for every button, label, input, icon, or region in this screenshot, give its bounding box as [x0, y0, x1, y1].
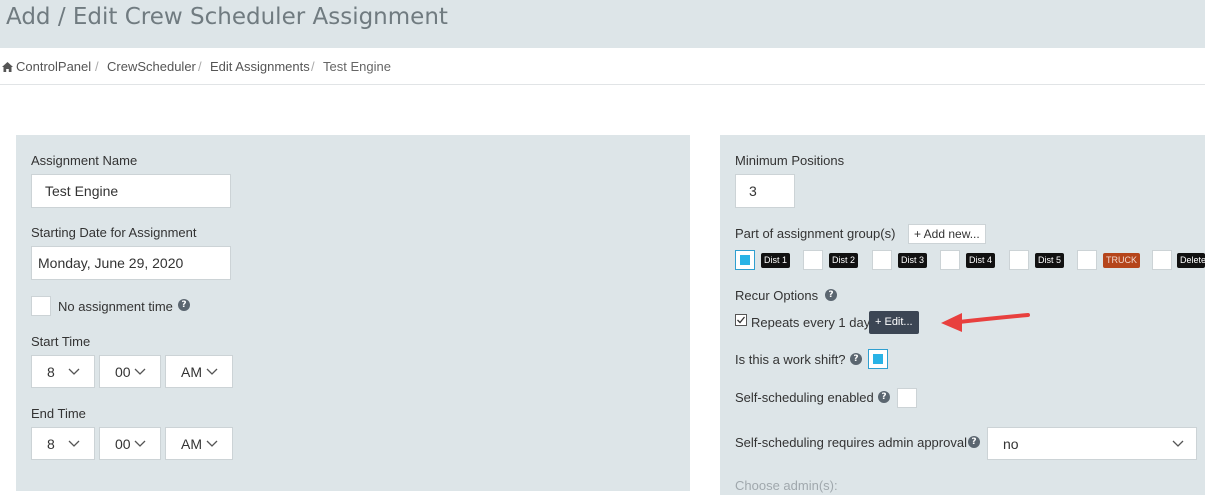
group-tag-dist-5: Dist 5 [1035, 253, 1065, 268]
breadcrumb-separator: / [95, 59, 99, 74]
select-value: 00 [115, 435, 131, 452]
min-positions-label: Minimum Positions [735, 153, 845, 168]
group-tag-delete: Delete [1177, 253, 1205, 268]
chevron-down-icon [68, 440, 80, 447]
start-time-label: Start Time [31, 334, 91, 349]
end-ampm-select[interactable]: AM [165, 427, 233, 460]
self-sched-approval-select[interactable]: no [987, 427, 1197, 460]
help-icon[interactable]: ? [878, 391, 890, 403]
group-checkbox-dist-5[interactable] [1009, 250, 1029, 270]
start-ampm-select[interactable]: AM [165, 355, 233, 388]
breadcrumb-separator: / [198, 59, 202, 74]
select-value: AM [181, 435, 202, 452]
chevron-down-icon [1172, 440, 1184, 447]
end-time-label: End Time [31, 406, 86, 421]
group-tag-dist-1: Dist 1 [761, 253, 791, 268]
recur-options-label: Recur Options [735, 288, 819, 303]
repeats-checkbox[interactable] [735, 314, 747, 326]
start-hour-select[interactable]: 8 [31, 355, 95, 388]
chevron-down-icon [68, 368, 80, 375]
group-tag-dist-4: Dist 4 [966, 253, 996, 268]
breadcrumb: ControlPanel / CrewScheduler / Edit Assi… [0, 48, 1205, 85]
no-assignment-time-checkbox[interactable] [31, 296, 51, 316]
breadcrumb-item-edit-assignments[interactable]: Edit Assignments [210, 59, 310, 74]
self-sched-checkbox[interactable] [897, 388, 917, 408]
checkmark-icon [737, 316, 746, 324]
group-checkbox-dist-4[interactable] [940, 250, 960, 270]
groups-label: Part of assignment group(s) [735, 226, 896, 241]
work-shift-checkbox[interactable] [868, 349, 888, 369]
group-tag-dist-2: Dist 2 [829, 253, 859, 268]
end-hour-select[interactable]: 8 [31, 427, 95, 460]
start-minute-select[interactable]: 00 [99, 355, 161, 388]
edit-recurrence-button[interactable]: + Edit... [869, 311, 919, 334]
no-assignment-time-label: No assignment time [58, 299, 173, 314]
choose-admin-label: Choose admin(s): [735, 478, 838, 493]
breadcrumb-item-crewscheduler[interactable]: CrewScheduler [107, 59, 196, 74]
group-checkbox-dist-2[interactable] [803, 250, 823, 270]
chevron-down-icon [206, 368, 218, 375]
page-title: Add / Edit Crew Scheduler Assignment [6, 4, 448, 30]
breadcrumb-label: ControlPanel [16, 59, 92, 74]
start-date-label: Starting Date for Assignment [31, 225, 197, 240]
repeats-label: Repeats every 1 days [751, 315, 877, 330]
chevron-down-icon [206, 440, 218, 447]
end-minute-select[interactable]: 00 [99, 427, 161, 460]
self-sched-label: Self-scheduling enabled [735, 390, 874, 405]
home-icon [2, 62, 13, 72]
red-arrow-icon [941, 313, 1030, 332]
page-header: Add / Edit Crew Scheduler Assignment [0, 0, 1205, 48]
group-checkbox-dist-3[interactable] [872, 250, 892, 270]
help-icon[interactable]: ? [825, 289, 837, 301]
self-sched-approval-label: Self-scheduling requires admin approval [735, 435, 967, 450]
select-value: 8 [47, 435, 55, 452]
help-icon[interactable]: ? [178, 299, 190, 311]
min-positions-input[interactable]: 3 [735, 174, 795, 208]
select-value: 8 [47, 363, 55, 380]
help-icon[interactable]: ? [850, 353, 862, 365]
group-checkbox-dist-1[interactable] [735, 250, 755, 270]
chevron-down-icon [134, 368, 146, 375]
assignment-name-label: Assignment Name [31, 153, 138, 168]
start-date-input[interactable]: Monday, June 29, 2020 [31, 246, 231, 280]
breadcrumb-separator: / [311, 59, 315, 74]
select-value: no [1003, 435, 1019, 452]
select-value: 00 [115, 363, 131, 380]
breadcrumb-item-test-engine: Test Engine [323, 59, 391, 74]
select-value: AM [181, 363, 202, 380]
breadcrumb-item-controlpanel[interactable]: ControlPanel [2, 59, 91, 74]
work-shift-label: Is this a work shift? [735, 352, 846, 367]
chevron-down-icon [134, 440, 146, 447]
group-tag-truck: TRUCK [1103, 253, 1140, 268]
assignment-name-input[interactable]: Test Engine [31, 174, 231, 208]
group-checkbox-truck[interactable] [1077, 250, 1097, 270]
group-checkbox-delete[interactable] [1152, 250, 1172, 270]
help-icon[interactable]: ? [968, 436, 980, 448]
add-new-group-button[interactable]: + Add new... [908, 224, 986, 244]
group-tag-dist-3: Dist 3 [898, 253, 928, 268]
